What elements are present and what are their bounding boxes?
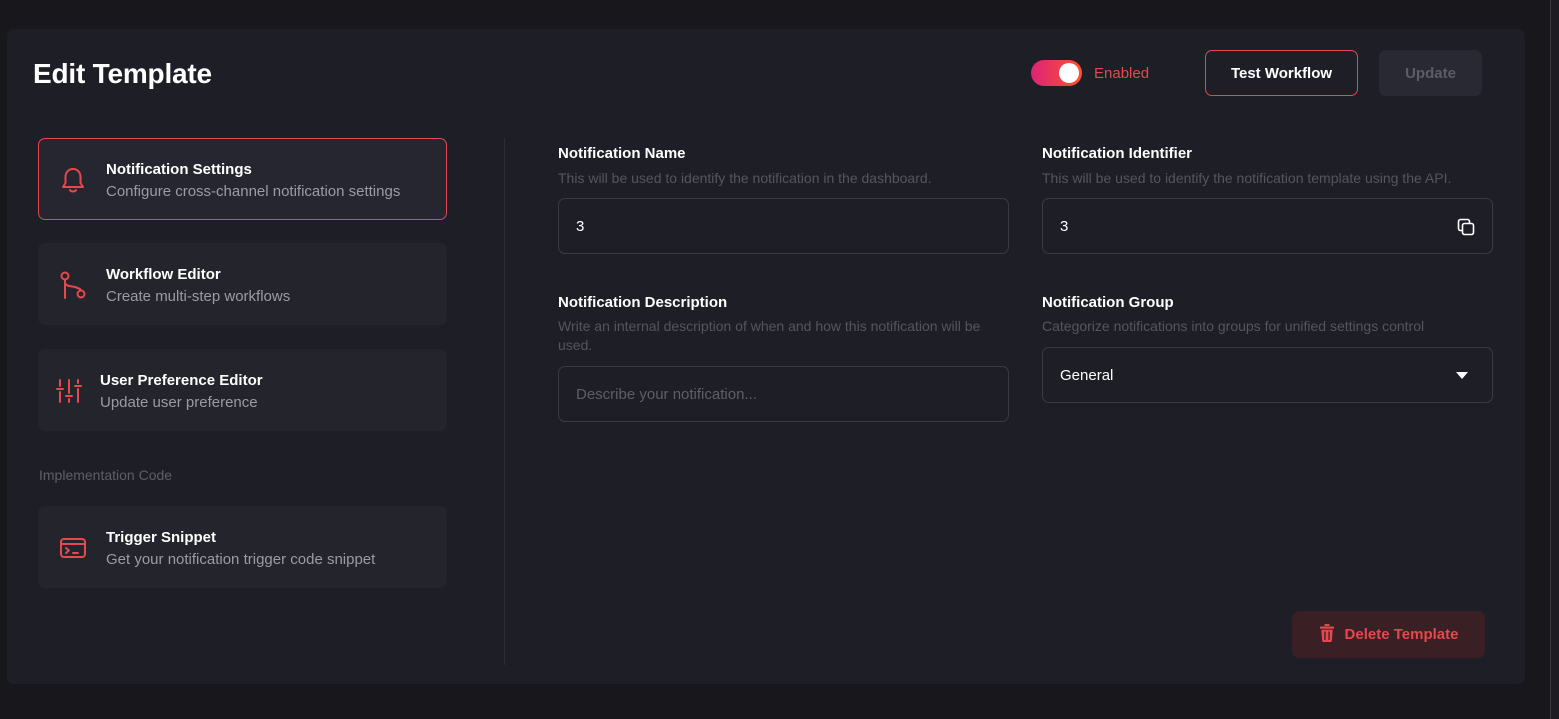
sidebar-item-workflow-editor[interactable]: Workflow Editor Create multi-step workfl…: [38, 243, 447, 325]
chevron-down-icon: [1456, 372, 1468, 379]
notification-name-help: This will be used to identify the notifi…: [558, 170, 932, 186]
notification-description-input[interactable]: Describe your notification...: [558, 366, 1009, 422]
sidebar-item-title: Trigger Snippet: [106, 529, 217, 546]
sidebar-item-subtitle: Create multi-step workflows: [106, 288, 291, 305]
sidebar-item-title: Notification Settings: [106, 161, 252, 178]
sidebar-item-user-preference-editor[interactable]: User Preference Editor Update user prefe…: [38, 349, 447, 431]
vertical-divider: [504, 138, 505, 665]
notification-identifier-help: This will be used to identify the notifi…: [1042, 170, 1452, 186]
notification-group-help: Categorize notifications into groups for…: [1042, 318, 1425, 334]
delete-template-label: Delete Template: [1344, 626, 1459, 643]
delete-template-button[interactable]: Delete Template: [1292, 611, 1485, 658]
notification-name-value: 3: [576, 217, 585, 235]
sidebar-item-subtitle: Update user preference: [100, 394, 258, 411]
sidebar-item-subtitle: Get your notification trigger code snipp…: [106, 551, 376, 568]
copy-icon[interactable]: [1456, 217, 1476, 237]
sidebar-item-notification-settings[interactable]: Notification Settings Configure cross-ch…: [38, 138, 447, 220]
toggle-knob: [1059, 63, 1079, 83]
section-label-implementation-code: Implementation Code: [39, 467, 173, 483]
notification-identifier-label: Notification Identifier: [1042, 145, 1192, 162]
toggle-label: Enabled: [1094, 65, 1150, 82]
notification-group-value: General: [1060, 366, 1114, 384]
test-workflow-button[interactable]: Test Workflow: [1205, 50, 1358, 96]
notification-group-label: Notification Group: [1042, 294, 1174, 311]
sidebar-item-title: Workflow Editor: [106, 266, 221, 283]
trash-icon: [1319, 623, 1335, 646]
bell-icon: [59, 166, 87, 194]
code-card-icon: [59, 534, 87, 562]
notification-description-label: Notification Description: [558, 294, 728, 311]
notification-name-label: Notification Name: [558, 145, 686, 162]
notification-name-input[interactable]: 3: [558, 198, 1009, 254]
notification-identifier-input[interactable]: 3: [1042, 198, 1493, 254]
enabled-toggle[interactable]: [1031, 60, 1082, 86]
sidebar-item-trigger-snippet[interactable]: Trigger Snippet Get your notification tr…: [38, 506, 447, 588]
notification-description-help: Write an internal description of when an…: [558, 318, 981, 353]
page-title: Edit Template: [33, 58, 212, 89]
notification-identifier-value: 3: [1060, 217, 1069, 235]
window-scrollbar-edge: [1550, 0, 1559, 719]
edit-template-card: Edit Template Enabled Test Workflow Upda…: [7, 29, 1525, 684]
notification-description-placeholder: Describe your notification...: [576, 385, 757, 403]
notification-group-select[interactable]: General: [1042, 347, 1493, 403]
workflow-icon: [59, 271, 87, 299]
sidebar-item-title: User Preference Editor: [100, 372, 263, 389]
sidebar-item-subtitle: Configure cross-channel notification set…: [106, 183, 401, 200]
sliders-icon: [55, 377, 83, 405]
update-button[interactable]: Update: [1379, 50, 1482, 96]
